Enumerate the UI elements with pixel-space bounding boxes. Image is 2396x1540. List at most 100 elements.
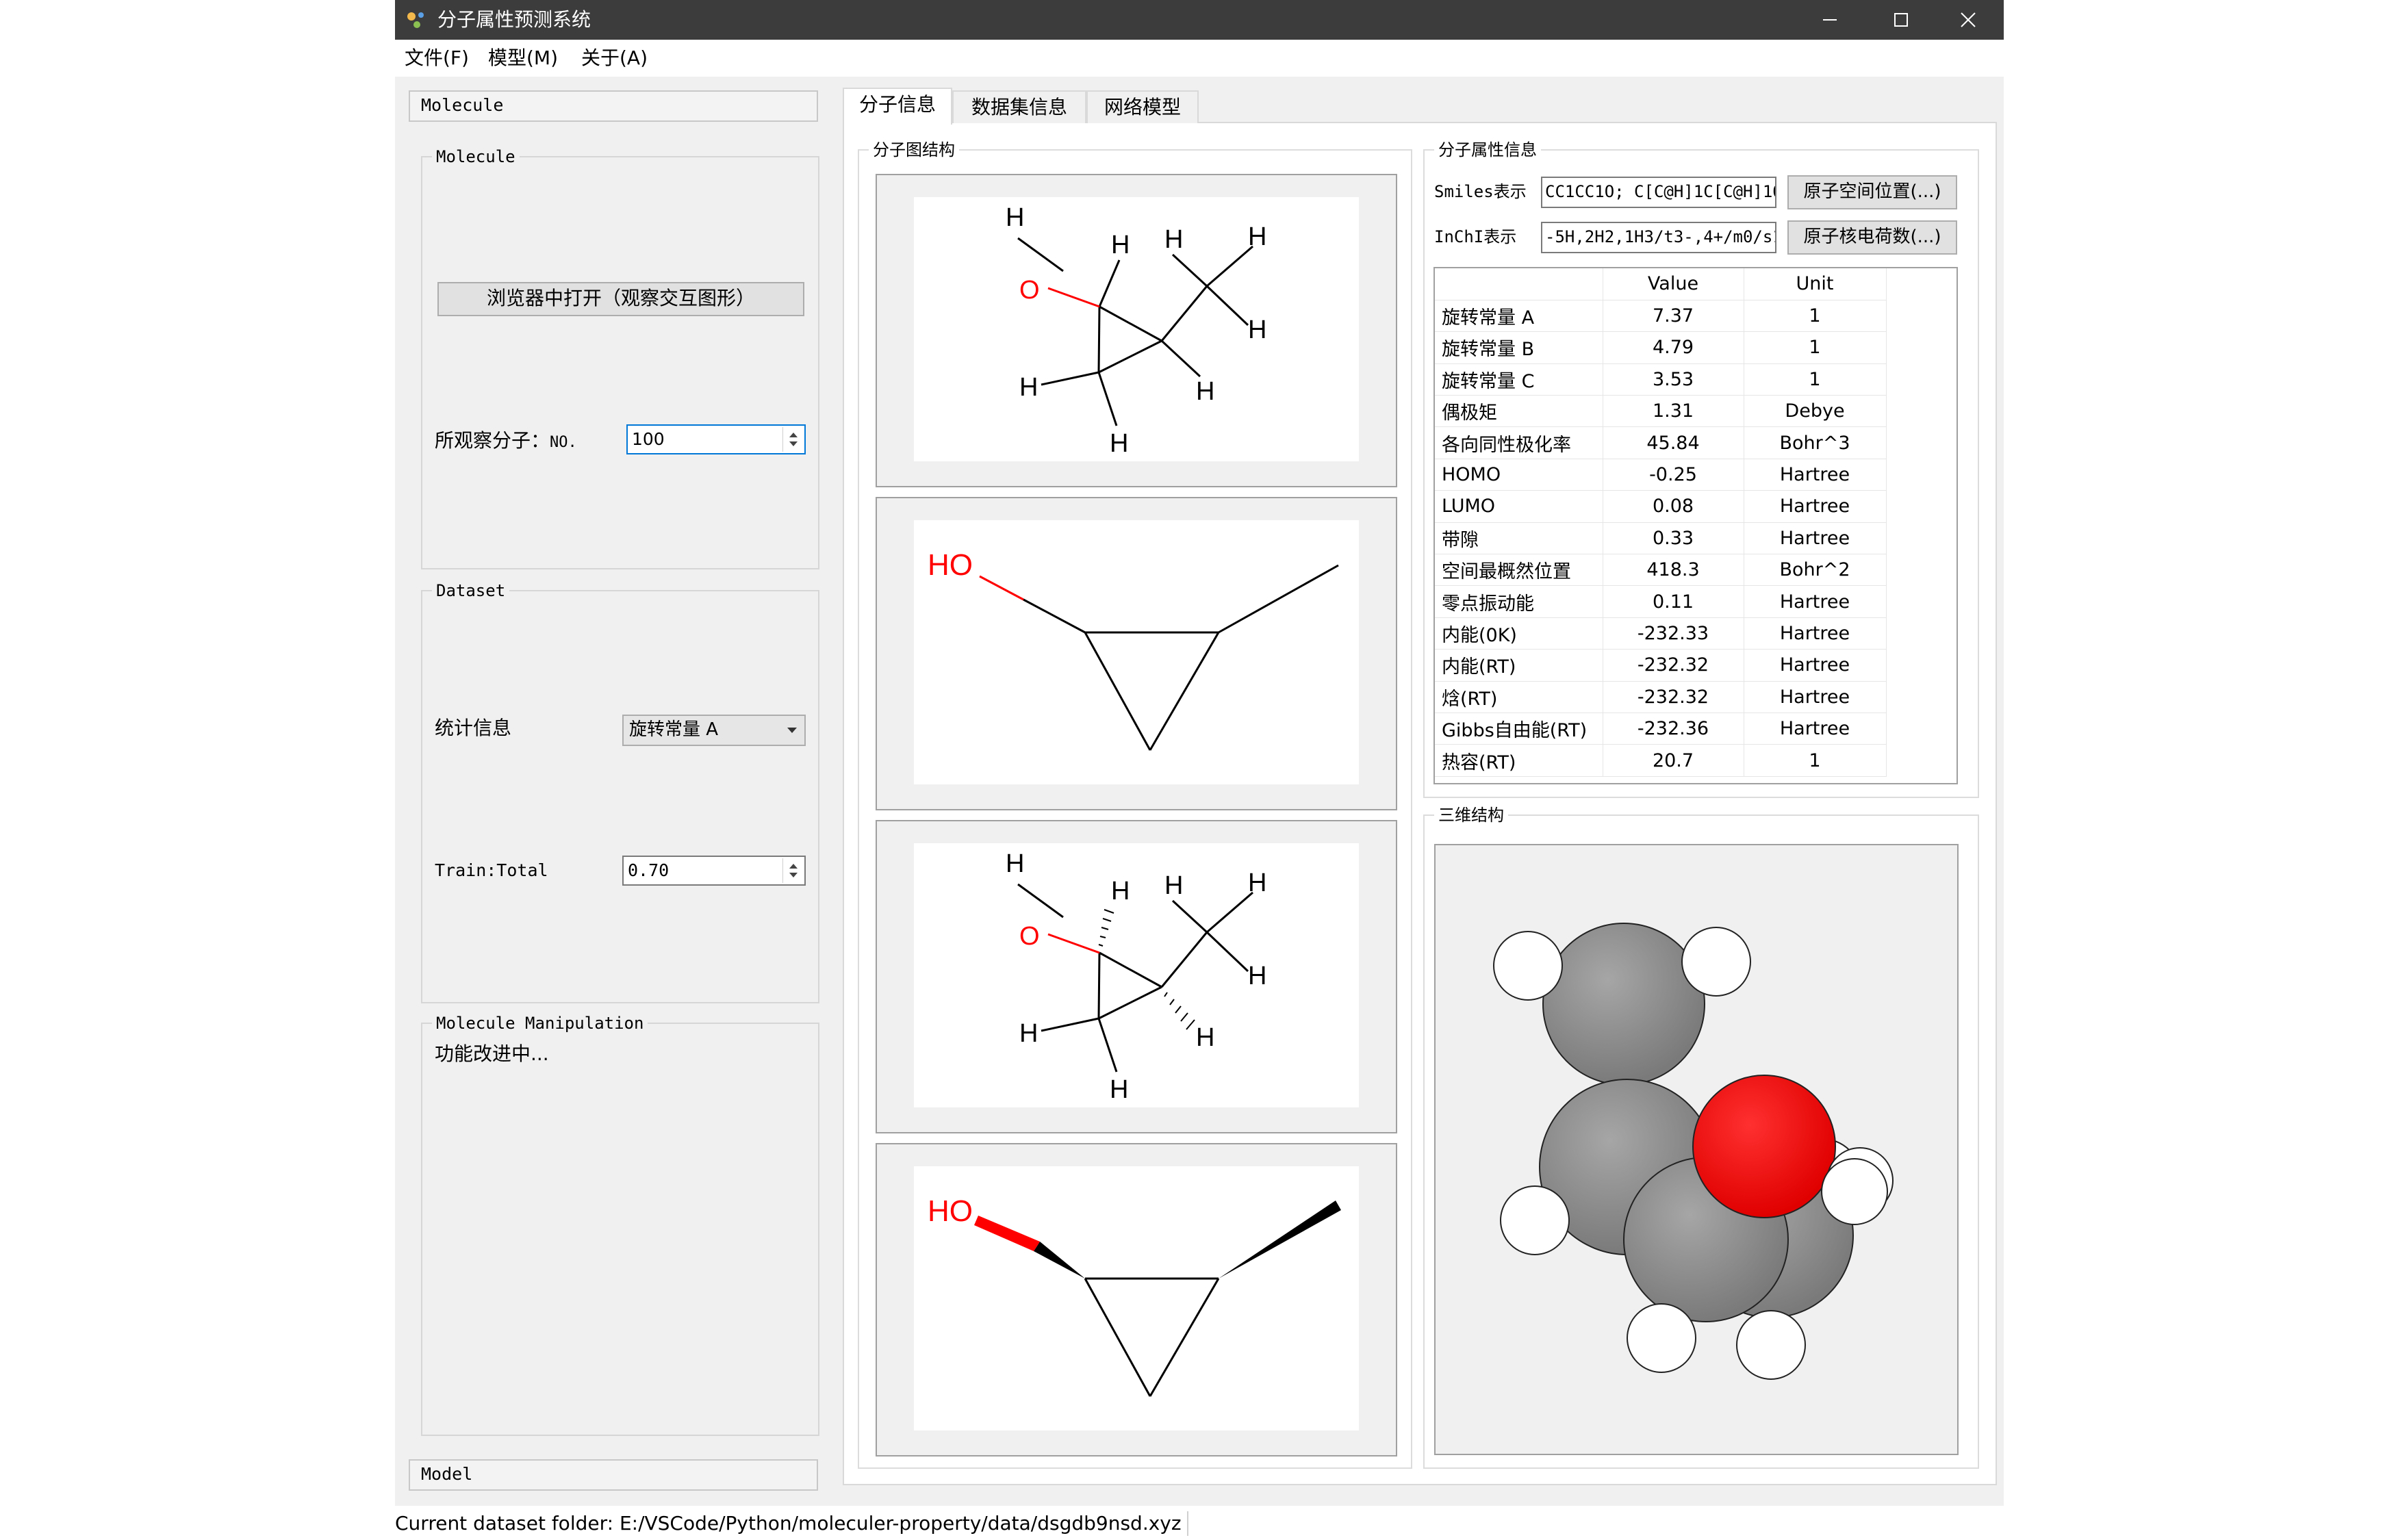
row-name-cell[interactable]: 旋转常量 B [1435,331,1603,364]
atom-h: H [1019,373,1038,402]
stats-combobox[interactable]: 旋转常量 A [622,715,806,746]
manipulation-group-title: Molecule Manipulation [432,1013,648,1034]
maximize-button[interactable] [1865,0,1937,40]
properties-group-title: 分子属性信息 [1434,140,1541,160]
open-in-browser-button[interactable]: 浏览器中打开（观察交互图形） [437,282,804,316]
table-row[interactable]: Gibbs自由能(RT) -232.36 Hartree [1435,713,1887,745]
value-cell[interactable]: 4.79 [1603,331,1744,364]
table-row[interactable]: 旋转常量 B 4.79 1 [1435,331,1887,364]
molecule-section-header[interactable]: Molecule [409,90,818,122]
spin-arrows[interactable] [782,427,803,452]
row-name-cell[interactable]: 带隙 [1435,522,1603,555]
table-row[interactable]: LUMO 0.08 Hartree [1435,490,1887,523]
unit-cell[interactable]: Hartree [1744,713,1887,745]
train-ratio-spinbox[interactable]: 0.70 [622,856,806,886]
value-cell[interactable]: 0.33 [1603,522,1744,555]
value-cell[interactable]: 1.31 [1603,395,1744,428]
view3d-group-title: 三维结构 [1434,805,1508,825]
row-name-cell[interactable]: HOMO [1435,459,1603,491]
value-cell[interactable]: -232.33 [1603,617,1744,650]
value-cell[interactable]: 0.08 [1603,490,1744,523]
atom-h: H [1019,1019,1038,1048]
view3d-canvas[interactable] [1434,844,1959,1455]
unit-cell[interactable]: Debye [1744,395,1887,428]
unit-cell[interactable]: Hartree [1744,585,1887,618]
table-row[interactable]: 热容(RT) 20.7 1 [1435,744,1887,777]
unit-cell[interactable]: Hartree [1744,681,1887,713]
menu-file[interactable]: 文件(F) [398,45,476,71]
structure-view-explicit-h: H O H H H H H H H [876,174,1397,487]
table-row[interactable]: 带隙 0.33 Hartree [1435,522,1887,555]
row-name-cell[interactable]: 各向同性极化率 [1435,426,1603,459]
value-cell[interactable]: -0.25 [1603,459,1744,491]
menu-model[interactable]: 模型(M) [481,45,565,71]
structure-view-wedged: HO [876,1143,1397,1456]
row-name-cell[interactable]: 空间最概然位置 [1435,554,1603,587]
spin-arrows[interactable] [782,858,803,883]
row-name-cell[interactable]: 热容(RT) [1435,744,1603,777]
atom-h: H [1248,316,1266,344]
close-button[interactable] [1933,0,2004,40]
tab-network-model[interactable]: 网络模型 [1086,90,1199,123]
table-row[interactable]: 旋转常量 A 7.37 1 [1435,300,1887,333]
value-cell[interactable]: -232.32 [1603,681,1744,713]
column-header-value[interactable]: Value [1603,268,1744,300]
menu-about[interactable]: 关于(A) [574,45,654,71]
unit-cell[interactable]: Hartree [1744,617,1887,650]
table-row[interactable]: 旋转常量 C 3.53 1 [1435,363,1887,396]
unit-cell[interactable]: 1 [1744,363,1887,396]
nuclear-charges-button[interactable]: 原子核电荷数(...) [1787,220,1957,255]
unit-cell[interactable]: 1 [1744,744,1887,777]
smiles-field[interactable]: CC1CC1O; C[C@H]1C[C@H]1O [1541,177,1776,208]
table-row[interactable]: 空间最概然位置 418.3 Bohr^2 [1435,554,1887,587]
molecule-no-spinbox[interactable]: 100 [626,424,806,454]
row-name-cell[interactable]: 焓(RT) [1435,681,1603,713]
value-cell[interactable]: -232.36 [1603,713,1744,745]
minimize-button[interactable] [1794,0,1865,40]
stats-label: 统计信息 [435,717,512,739]
unit-cell[interactable]: Bohr^3 [1744,426,1887,459]
table-row[interactable]: 各向同性极化率 45.84 Bohr^3 [1435,426,1887,459]
table-corner [1435,268,1603,300]
tab-dataset-info[interactable]: 数据集信息 [952,90,1086,123]
value-cell[interactable]: 45.84 [1603,426,1744,459]
tab-molecule-info[interactable]: 分子信息 [843,88,952,125]
unit-cell[interactable]: Hartree [1744,522,1887,555]
column-header-unit[interactable]: Unit [1744,268,1887,300]
value-cell[interactable]: 418.3 [1603,554,1744,587]
atom-positions-button[interactable]: 原子空间位置(...) [1787,175,1957,209]
row-name-cell[interactable]: 零点振动能 [1435,585,1603,618]
row-name-cell[interactable]: Gibbs自由能(RT) [1435,713,1603,745]
atom-h: H [1110,429,1128,458]
row-name-cell[interactable]: 偶极矩 [1435,395,1603,428]
molecule-manipulation-group: Molecule Manipulation 功能改进中... [421,1013,819,1436]
row-name-cell[interactable]: LUMO [1435,490,1603,523]
row-name-cell[interactable]: 内能(0K) [1435,617,1603,650]
value-cell[interactable]: 20.7 [1603,744,1744,777]
table-row[interactable]: 内能(0K) -232.33 Hartree [1435,617,1887,650]
table-row[interactable]: 焓(RT) -232.32 Hartree [1435,681,1887,713]
unit-cell[interactable]: Bohr^2 [1744,554,1887,587]
inchi-field[interactable]: -5H,2H2,1H3/t3-,4+/m0/s1 [1541,222,1776,253]
structure-view-stereo-h: H O H H H H H H H [876,820,1397,1133]
unit-cell[interactable]: Hartree [1744,490,1887,523]
table-body: 旋转常量 A 7.37 1 旋转常量 B 4.79 1 旋转常量 C 3.53 1 偶极矩 1.31… [1435,300,1887,777]
table-row[interactable]: HOMO -0.25 Hartree [1435,459,1887,491]
model-section-header[interactable]: Model [409,1459,818,1491]
value-cell[interactable]: 0.11 [1603,585,1744,618]
table-row[interactable]: 偶极矩 1.31 Debye [1435,395,1887,428]
value-cell[interactable]: 7.37 [1603,300,1744,333]
row-name-cell[interactable]: 旋转常量 C [1435,363,1603,396]
value-cell[interactable]: -232.32 [1603,649,1744,682]
table-row[interactable]: 内能(RT) -232.32 Hartree [1435,649,1887,682]
value-cell[interactable]: 3.53 [1603,363,1744,396]
table-row[interactable]: 零点振动能 0.11 Hartree [1435,585,1887,618]
unit-cell[interactable]: Hartree [1744,649,1887,682]
row-name-cell[interactable]: 内能(RT) [1435,649,1603,682]
row-name-cell[interactable]: 旋转常量 A [1435,300,1603,333]
unit-cell[interactable]: Hartree [1744,459,1887,491]
unit-cell[interactable]: 1 [1744,300,1887,333]
atom-h: H [1248,869,1266,897]
chevron-down-icon [787,728,797,733]
unit-cell[interactable]: 1 [1744,331,1887,364]
